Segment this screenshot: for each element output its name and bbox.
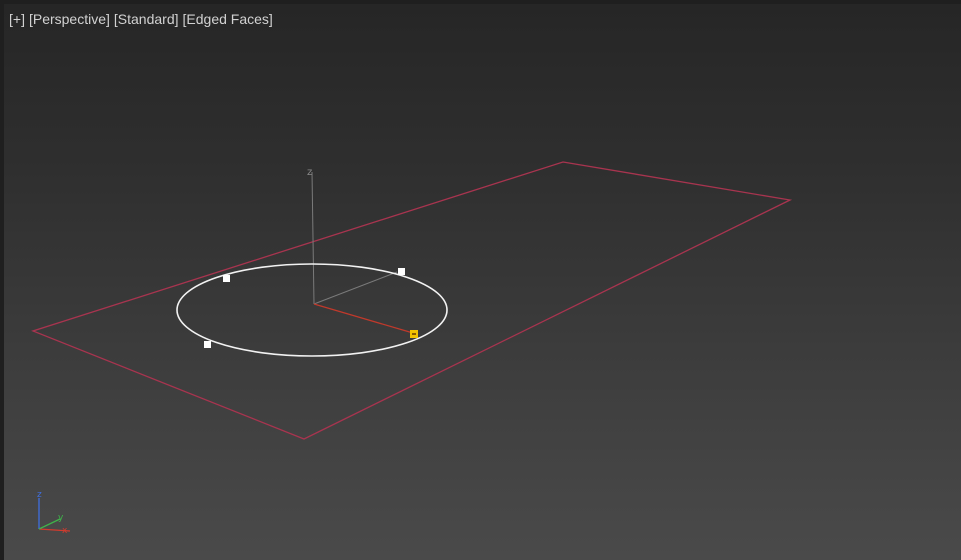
circle-vertex[interactable] [398,268,405,275]
plane-outline[interactable] [31,161,793,440]
scene-canvas[interactable]: z z y x [4,4,961,560]
gizmo-z-label: z [307,167,312,178]
circle-vertex[interactable] [204,341,211,348]
circle-vertex[interactable] [223,275,230,282]
gizmo-y-axis [313,271,398,305]
gizmo-x-axis [313,303,414,334]
perspective-viewport[interactable]: [+] [Perspective] [Standard] [Edged Face… [0,0,961,560]
tripod-z-label: z [37,490,42,500]
axis-tripod: z y x [37,490,71,536]
selected-vertex-core [412,333,416,335]
gizmo-z-axis [311,171,315,305]
circle-shape[interactable] [176,263,448,357]
tripod-x-label: x [62,526,68,536]
tripod-y-axis [38,518,61,530]
tripod-y-label: y [58,513,64,523]
